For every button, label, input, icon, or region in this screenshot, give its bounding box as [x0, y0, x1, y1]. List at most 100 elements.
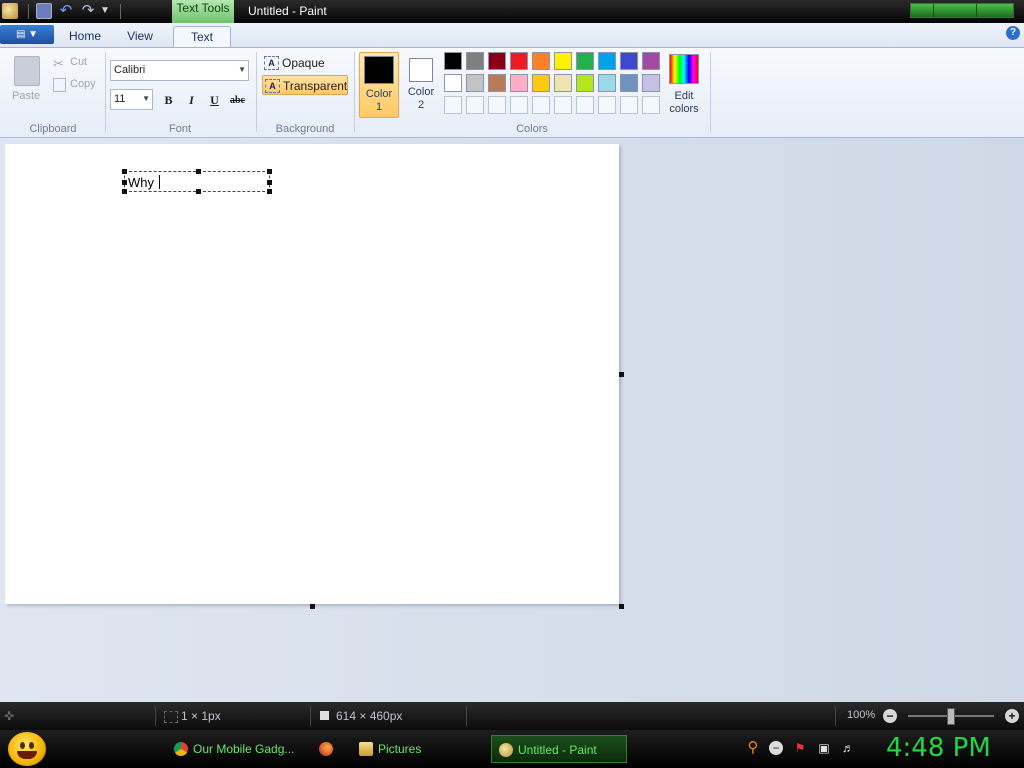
close-button[interactable] — [977, 4, 1012, 17]
opaque-button[interactable]: A Opaque — [262, 53, 332, 73]
text-box[interactable]: Why — [122, 169, 272, 194]
window-controls[interactable] — [910, 3, 1014, 18]
palette-color-swatch[interactable] — [466, 74, 484, 92]
tab-view[interactable]: View — [116, 26, 164, 47]
font-size-select[interactable]: 11 ▼ — [110, 89, 153, 110]
canvas-resize-handle[interactable] — [310, 604, 315, 609]
drawing-canvas[interactable]: Why — [5, 144, 619, 604]
palette-color-swatch[interactable] — [620, 74, 638, 92]
italic-button[interactable]: I — [181, 91, 202, 110]
copy-button[interactable]: Copy — [70, 78, 96, 90]
taskbar-clock[interactable]: 4:48 PM — [886, 733, 991, 763]
zoom-in-button[interactable]: + — [1005, 709, 1019, 723]
resize-handle[interactable] — [196, 189, 201, 194]
palette-color-swatch[interactable] — [642, 52, 660, 70]
canvas-workspace: Why — [0, 138, 1024, 702]
tab-home[interactable]: Home — [58, 26, 112, 47]
resize-handle[interactable] — [122, 180, 127, 185]
network-icon[interactable]: ▣ — [817, 741, 831, 755]
palette-color-swatch[interactable] — [444, 52, 462, 70]
custom-color-slot[interactable] — [554, 96, 572, 114]
save-icon[interactable] — [36, 3, 52, 19]
text-tools-context-tab: Text Tools — [172, 0, 234, 23]
taskbar-item-paint[interactable]: Untitled - Paint — [491, 735, 627, 763]
edit-colors-label: Edit colors — [669, 90, 699, 115]
palette-color-swatch[interactable] — [466, 52, 484, 70]
scissors-icon: ✂ — [53, 56, 64, 71]
search-icon[interactable]: ⚲ — [746, 740, 760, 755]
custom-color-slot[interactable] — [466, 96, 484, 114]
resize-handle[interactable] — [196, 169, 201, 174]
zoom-out-button[interactable]: − — [883, 709, 897, 723]
taskbar-item-pictures[interactable]: Pictures — [352, 735, 486, 763]
zoom-slider-thumb[interactable] — [947, 708, 955, 725]
palette-color-swatch[interactable] — [598, 52, 616, 70]
custom-color-slot[interactable] — [642, 96, 660, 114]
resize-handle[interactable] — [122, 189, 127, 194]
paste-icon[interactable] — [14, 56, 40, 86]
customize-toolbar-icon[interactable]: ▼ — [100, 3, 116, 19]
strikethrough-button[interactable]: abc — [227, 91, 248, 110]
messenger-icon[interactable]: − — [769, 741, 783, 755]
start-button[interactable] — [8, 732, 46, 766]
custom-color-slot[interactable] — [532, 96, 550, 114]
paint-menu-button[interactable]: ▤ ▼ — [0, 25, 54, 44]
qa-separator — [28, 4, 29, 19]
resize-handle[interactable] — [267, 180, 272, 185]
action-center-flag-icon[interactable]: ⚑ — [793, 741, 807, 755]
help-icon[interactable]: ? — [1006, 26, 1020, 40]
color-2-button[interactable]: Color 2 — [401, 52, 441, 118]
resize-handle[interactable] — [267, 189, 272, 194]
palette-color-swatch[interactable] — [488, 52, 506, 70]
custom-color-slot[interactable] — [576, 96, 594, 114]
palette-color-swatch[interactable] — [620, 52, 638, 70]
volume-icon[interactable]: ♬ — [841, 741, 855, 755]
color-1-button[interactable]: Color 1 — [359, 52, 399, 118]
underline-button[interactable]: U — [204, 91, 225, 110]
palette-color-swatch[interactable] — [576, 52, 594, 70]
palette-color-swatch[interactable] — [444, 74, 462, 92]
palette-color-swatch[interactable] — [510, 74, 528, 92]
undo-icon[interactable]: ↶ — [58, 3, 74, 19]
custom-color-slot[interactable] — [620, 96, 638, 114]
taskbar-item-label: Our Mobile Gadg... — [193, 742, 295, 756]
canvas-resize-handle[interactable] — [619, 604, 624, 609]
custom-color-slot[interactable] — [510, 96, 528, 114]
palette-color-swatch[interactable] — [554, 74, 572, 92]
taskbar-item-firefox[interactable] — [311, 735, 347, 763]
custom-color-slot[interactable] — [598, 96, 616, 114]
palette-color-swatch[interactable] — [532, 52, 550, 70]
status-separator — [310, 706, 311, 726]
resize-handle[interactable] — [122, 169, 127, 174]
maximize-button[interactable] — [934, 4, 977, 17]
selection-icon — [164, 711, 178, 723]
smiley-mouth — [17, 751, 37, 759]
redo-icon[interactable]: ↷ — [80, 3, 96, 19]
font-family-select[interactable]: Calibri ▼ — [110, 60, 249, 81]
custom-color-slot[interactable] — [444, 96, 462, 114]
bold-button[interactable]: B — [158, 91, 179, 110]
clipboard-group-label: Clipboard — [29, 123, 77, 135]
text-box-content[interactable]: Why — [128, 175, 160, 190]
palette-color-swatch[interactable] — [554, 52, 572, 70]
tab-text[interactable]: Text — [173, 26, 231, 47]
font-group-label: Font — [168, 123, 191, 135]
palette-color-swatch[interactable] — [642, 74, 660, 92]
canvas-resize-handle[interactable] — [619, 372, 624, 377]
resize-handle[interactable] — [267, 169, 272, 174]
palette-color-swatch[interactable] — [532, 74, 550, 92]
cut-button[interactable]: Cut — [70, 56, 87, 68]
paste-button[interactable]: Paste — [12, 90, 40, 102]
typed-text: Why — [128, 175, 158, 190]
transparent-button[interactable]: A Transparent — [262, 75, 348, 95]
paint-app-icon[interactable] — [2, 3, 18, 19]
palette-color-swatch[interactable] — [576, 74, 594, 92]
minimize-button[interactable] — [911, 4, 934, 17]
palette-color-swatch[interactable] — [598, 74, 616, 92]
group-separator — [710, 52, 711, 132]
custom-color-slot[interactable] — [488, 96, 506, 114]
edit-colors-button[interactable]: Edit colors — [668, 54, 700, 116]
taskbar-item-chrome[interactable]: Our Mobile Gadg... — [167, 735, 305, 763]
palette-color-swatch[interactable] — [510, 52, 528, 70]
palette-color-swatch[interactable] — [488, 74, 506, 92]
